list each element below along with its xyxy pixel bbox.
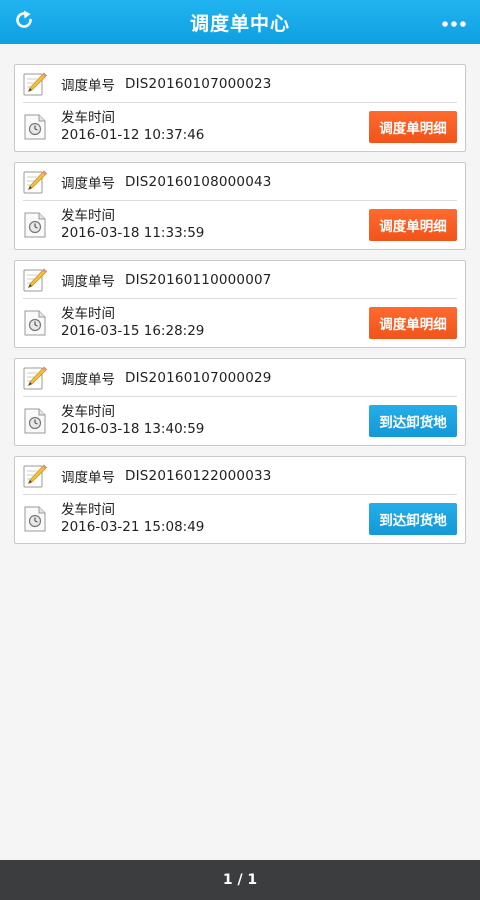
depart-time-row: 发车时间 2016-03-15 16:28:29 调度单明细 xyxy=(23,299,457,347)
depart-time-block: 发车时间 2016-01-12 10:37:46 xyxy=(61,110,369,144)
order-number-label: 调度单号 xyxy=(61,175,115,192)
clock-document-icon xyxy=(23,310,47,336)
depart-time-row: 发车时间 2016-03-18 13:40:59 到达卸货地 xyxy=(23,397,457,445)
order-number-value: DIS20160110000007 xyxy=(125,271,272,288)
depart-time-block: 发车时间 2016-03-18 13:40:59 xyxy=(61,404,369,438)
pencil-note-icon xyxy=(23,71,47,97)
order-number-row: 调度单号 DIS20160107000023 xyxy=(23,65,457,103)
app: 调度单中心 调度单号 DIS20160107000023 发车时间 2016-0… xyxy=(0,0,480,900)
depart-time-block: 发车时间 2016-03-18 11:33:59 xyxy=(61,208,369,242)
list-item: 调度单号 DIS20160107000029 发车时间 2016-03-18 1… xyxy=(14,358,466,446)
list-item: 调度单号 DIS20160122000033 发车时间 2016-03-21 1… xyxy=(14,456,466,544)
refresh-icon xyxy=(13,9,35,35)
order-number-label: 调度单号 xyxy=(61,371,115,388)
order-detail-button[interactable]: 调度单明细 xyxy=(369,111,457,143)
depart-time-row: 发车时间 2016-03-21 15:08:49 到达卸货地 xyxy=(23,495,457,543)
dispatch-order-list: 调度单号 DIS20160107000023 发车时间 2016-01-12 1… xyxy=(14,64,466,554)
depart-time-label: 发车时间 xyxy=(61,502,115,518)
order-number-value: DIS20160108000043 xyxy=(125,173,272,190)
order-number-row: 调度单号 DIS20160107000029 xyxy=(23,359,457,397)
order-number-row: 调度单号 DIS20160122000033 xyxy=(23,457,457,495)
more-dots-icon xyxy=(441,13,467,32)
order-number-row: 调度单号 DIS20160110000007 xyxy=(23,261,457,299)
order-number-label: 调度单号 xyxy=(61,273,115,290)
depart-time-block: 发车时间 2016-03-21 15:08:49 xyxy=(61,502,369,536)
clock-document-icon xyxy=(23,408,47,434)
order-detail-button[interactable]: 调度单明细 xyxy=(369,209,457,241)
pencil-note-icon xyxy=(23,267,47,293)
depart-time-row: 发车时间 2016-03-18 11:33:59 调度单明细 xyxy=(23,201,457,249)
depart-time-label: 发车时间 xyxy=(61,208,115,224)
order-number-value: DIS20160107000023 xyxy=(125,75,272,92)
order-number-row: 调度单号 DIS20160108000043 xyxy=(23,163,457,201)
more-button[interactable] xyxy=(438,8,470,36)
header-bar: 调度单中心 xyxy=(0,0,480,44)
depart-time-value: 2016-01-12 10:37:46 xyxy=(61,127,205,143)
clock-document-icon xyxy=(23,212,47,238)
pencil-note-icon xyxy=(23,169,47,195)
order-number-label: 调度单号 xyxy=(61,77,115,94)
pencil-note-icon xyxy=(23,463,47,489)
list-item: 调度单号 DIS20160110000007 发车时间 2016-03-15 1… xyxy=(14,260,466,348)
clock-document-icon xyxy=(23,114,47,140)
depart-time-value: 2016-03-18 13:40:59 xyxy=(61,421,205,437)
depart-time-value: 2016-03-15 16:28:29 xyxy=(61,323,205,339)
depart-time-label: 发车时间 xyxy=(61,306,115,322)
depart-time-row: 发车时间 2016-01-12 10:37:46 调度单明细 xyxy=(23,103,457,151)
arrive-unload-button[interactable]: 到达卸货地 xyxy=(369,503,457,535)
depart-time-label: 发车时间 xyxy=(61,110,115,126)
order-detail-button[interactable]: 调度单明细 xyxy=(369,307,457,339)
depart-time-value: 2016-03-18 11:33:59 xyxy=(61,225,205,241)
list-item: 调度单号 DIS20160107000023 发车时间 2016-01-12 1… xyxy=(14,64,466,152)
arrive-unload-button[interactable]: 到达卸货地 xyxy=(369,405,457,437)
depart-time-block: 发车时间 2016-03-15 16:28:29 xyxy=(61,306,369,340)
clock-document-icon xyxy=(23,506,47,532)
footer-bar: 1 / 1 xyxy=(0,860,480,900)
depart-time-label: 发车时间 xyxy=(61,404,115,420)
pencil-note-icon xyxy=(23,365,47,391)
order-number-value: DIS20160122000033 xyxy=(125,467,272,484)
list-item: 调度单号 DIS20160108000043 发车时间 2016-03-18 1… xyxy=(14,162,466,250)
depart-time-value: 2016-03-21 15:08:49 xyxy=(61,519,205,535)
order-number-label: 调度单号 xyxy=(61,469,115,486)
page-title: 调度单中心 xyxy=(189,12,290,35)
page-indicator: 1 / 1 xyxy=(222,872,258,888)
order-number-value: DIS20160107000029 xyxy=(125,369,272,386)
refresh-button[interactable] xyxy=(10,8,38,36)
